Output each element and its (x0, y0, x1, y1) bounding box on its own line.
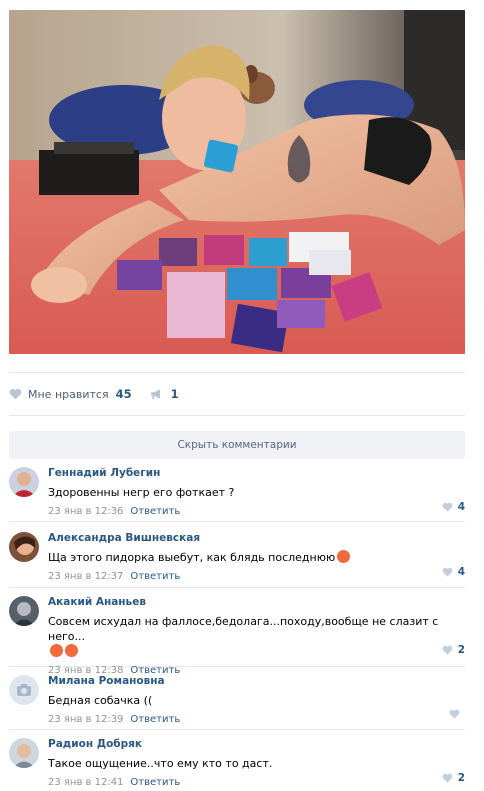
comment-like-button[interactable]: 4 (442, 501, 465, 513)
comment-item: Геннадий Лубегин Здоровенны негр его фот… (9, 467, 465, 522)
like-count: 45 (115, 387, 132, 401)
avatar[interactable] (9, 467, 39, 497)
reply-link[interactable]: Ответить (130, 777, 180, 788)
comment-like-count: 4 (457, 501, 465, 513)
comment-like-button[interactable]: 2 (442, 772, 465, 784)
comment-author[interactable]: Геннадий Лубегин (48, 467, 465, 480)
share-count: 1 (170, 387, 179, 401)
comment-like-button[interactable]: 2 (442, 644, 465, 656)
post-photo[interactable] (9, 10, 465, 354)
comment-text: Совсем исхудал на фаллосе,бедолага...пох… (48, 614, 465, 659)
comment-text: Такое ощущение..что ему кто то даст. (48, 757, 273, 770)
avatar[interactable] (9, 675, 39, 705)
heart-icon (442, 773, 453, 783)
heart-icon (442, 502, 453, 512)
comment-author[interactable]: Радион Добряк (48, 738, 465, 751)
comment-date[interactable]: 23 янв в 12:41 (48, 777, 123, 788)
like-button[interactable]: Мне нравится 45 (9, 387, 132, 401)
angry-emoji-icon (50, 644, 63, 657)
megaphone-icon (150, 389, 160, 400)
comment-item: Радион Добряк Такое ощущение..что ему кт… (9, 738, 465, 791)
comment-like-button[interactable] (449, 709, 465, 719)
comment-date[interactable]: 23 янв в 12:37 (48, 571, 123, 582)
like-label: Мне нравится (28, 387, 109, 401)
comment-item: Акакий Ананьев Совсем исхудал на фаллосе… (9, 596, 465, 676)
comment-like-button[interactable]: 4 (442, 566, 465, 578)
comment-date[interactable]: 23 янв в 12:36 (48, 506, 123, 517)
angry-emoji-icon (65, 644, 78, 657)
angry-emoji-icon (337, 550, 351, 563)
post-actions-bar: Мне нравится 45 1 (9, 372, 465, 416)
heart-icon (442, 645, 453, 655)
comment-author[interactable]: Акакий Ананьев (48, 596, 465, 609)
share-button[interactable]: 1 (150, 387, 179, 401)
avatar[interactable] (9, 738, 39, 768)
avatar[interactable] (9, 532, 39, 562)
hide-comments-button[interactable]: Скрыть комментарии (9, 431, 465, 459)
comment-like-count: 4 (457, 566, 465, 578)
heart-icon (442, 567, 453, 577)
comment-date[interactable]: 23 янв в 12:39 (48, 714, 123, 725)
comment-author[interactable]: Александра Вишневская (48, 532, 465, 545)
comment-item: Александра Вишневская Ща этого пидорка в… (9, 532, 465, 588)
reply-link[interactable]: Ответить (130, 571, 180, 582)
comment-like-count: 2 (457, 644, 465, 656)
reply-link[interactable]: Ответить (130, 506, 180, 517)
comment-text: Бедная собачка (( (48, 694, 153, 707)
comment-author[interactable]: Милана Романовна (48, 675, 465, 688)
heart-icon (9, 388, 22, 400)
comment-item: Милана Романовна Бедная собачка (( 23 ян… (9, 675, 465, 730)
heart-icon (449, 709, 460, 719)
comment-text: Здоровенны негр его фоткает ? (48, 486, 235, 499)
avatar[interactable] (9, 596, 39, 626)
reply-link[interactable]: Ответить (130, 714, 180, 725)
comment-like-count: 2 (457, 772, 465, 784)
comment-text: Ща этого пидорка выебут, как блядь после… (48, 550, 465, 565)
